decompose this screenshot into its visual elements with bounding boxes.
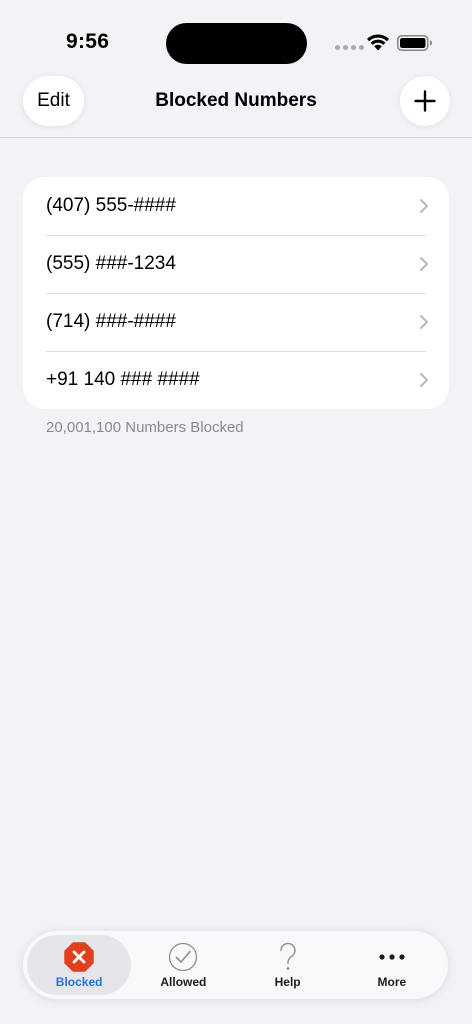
signal-dots-icon (335, 45, 364, 50)
list-item[interactable]: +91 140 ### #### (23, 351, 449, 409)
blocked-numbers-list: (407) 555-#### (555) ###-1234 (714) ###-… (23, 177, 449, 409)
tab-more[interactable]: More (340, 935, 444, 995)
status-bar: 9:56 (0, 0, 472, 80)
list-item[interactable]: (407) 555-#### (23, 177, 449, 235)
blocked-number-label: (555) ###-1234 (46, 253, 176, 274)
x-octagon-icon (64, 941, 94, 972)
tab-bar: Blocked Allowed Help More (23, 931, 448, 999)
list-item[interactable]: (714) ###-#### (23, 293, 449, 351)
tab-help[interactable]: Help (236, 935, 340, 995)
tab-label: Blocked (55, 974, 103, 989)
blocked-number-label: +91 140 ### #### (46, 369, 200, 390)
tab-label: Help (274, 974, 301, 989)
navigation-bar: Edit Blocked Numbers (0, 76, 472, 138)
battery-icon (397, 35, 432, 51)
blocked-number-label: (714) ###-#### (46, 311, 176, 332)
tab-label: Allowed (160, 974, 207, 989)
checkmark-circle-icon (169, 942, 198, 971)
chevron-right-icon (420, 373, 428, 387)
add-button[interactable] (400, 76, 450, 126)
question-mark-icon (279, 942, 296, 970)
tab-allowed[interactable]: Allowed (131, 935, 235, 995)
tab-blocked[interactable]: Blocked (27, 935, 132, 995)
blocked-number-label: (407) 555-#### (46, 195, 176, 216)
list-item[interactable]: (555) ###-1234 (23, 235, 449, 293)
tab-label: More (377, 974, 407, 989)
chevron-right-icon (420, 257, 428, 271)
ellipsis-icon (379, 953, 405, 960)
plus-icon (414, 90, 436, 112)
status-time: 9:56 (66, 30, 110, 53)
chevron-right-icon (420, 199, 428, 213)
blocked-count-footer: 20,001,100 Numbers Blocked (46, 419, 244, 436)
chevron-right-icon (420, 315, 428, 329)
dynamic-island (166, 23, 307, 64)
wifi-icon (367, 34, 389, 51)
